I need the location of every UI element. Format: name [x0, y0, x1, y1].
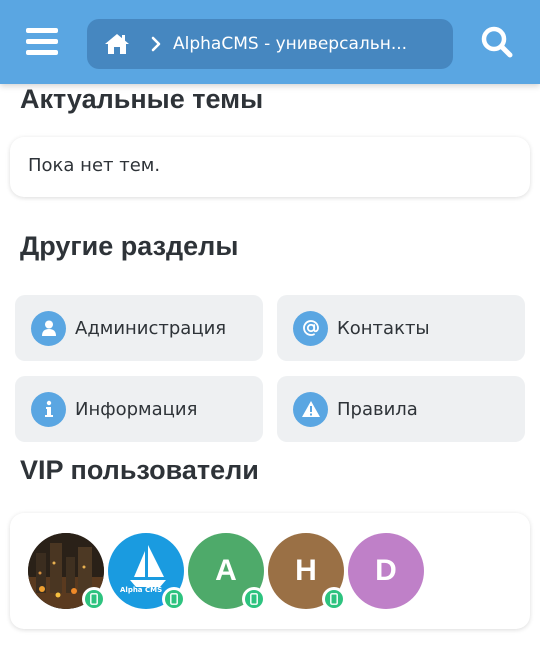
topics-title: Актуальные темы: [20, 84, 264, 114]
section-label: Контакты: [337, 317, 430, 339]
online-badge: [162, 587, 186, 611]
section-tile-rules[interactable]: Правила: [277, 376, 525, 442]
section-tile-information[interactable]: Информация: [15, 376, 263, 442]
vip-title: VIP пользователи: [20, 455, 259, 485]
online-badge: [242, 587, 266, 611]
home-icon[interactable]: [103, 31, 133, 57]
mobile-icon: [245, 590, 263, 608]
user-icon: [31, 310, 66, 346]
menu-line: [26, 39, 58, 44]
breadcrumb: AlphaCMS - универсальн...: [87, 19, 453, 69]
mobile-icon: [165, 590, 183, 608]
section-label: Информация: [75, 398, 198, 420]
avatar-letter: A: [215, 554, 237, 587]
section-label: Администрация: [75, 317, 227, 339]
avatar-letter: D: [375, 554, 397, 587]
breadcrumb-current[interactable]: AlphaCMS - универсальн...: [173, 34, 407, 54]
online-badge: [82, 587, 106, 611]
topics-empty-text: Пока нет тем.: [28, 155, 161, 176]
vip-user-avatar[interactable]: [28, 533, 106, 611]
menu-line: [26, 28, 58, 33]
top-bar: AlphaCMS - универсальн...: [0, 0, 540, 84]
menu-line: [26, 50, 58, 55]
info-icon: [31, 391, 66, 427]
vip-user-avatar[interactable]: D: [348, 533, 424, 609]
search-icon[interactable]: [479, 24, 515, 60]
mobile-icon: [325, 590, 343, 608]
warning-icon: [293, 391, 328, 427]
online-badge: [322, 587, 346, 611]
hamburger-menu-icon[interactable]: [26, 26, 60, 58]
topics-card: Пока нет тем.: [10, 137, 530, 197]
avatar-letter: H: [295, 554, 317, 587]
vip-user-avatar[interactable]: Alpha CMS: [108, 533, 186, 611]
vip-user-avatar[interactable]: A: [188, 533, 266, 611]
vip-card: Alpha CMS A H D: [10, 513, 530, 629]
vip-user-avatar[interactable]: H: [268, 533, 346, 611]
chevron-right-icon: [151, 36, 161, 52]
section-tile-contacts[interactable]: Контакты: [277, 295, 525, 361]
section-tile-administration[interactable]: Администрация: [15, 295, 263, 361]
mobile-icon: [85, 590, 103, 608]
section-label: Правила: [337, 398, 418, 420]
sections-title: Другие разделы: [20, 231, 239, 261]
at-icon: [293, 310, 328, 346]
